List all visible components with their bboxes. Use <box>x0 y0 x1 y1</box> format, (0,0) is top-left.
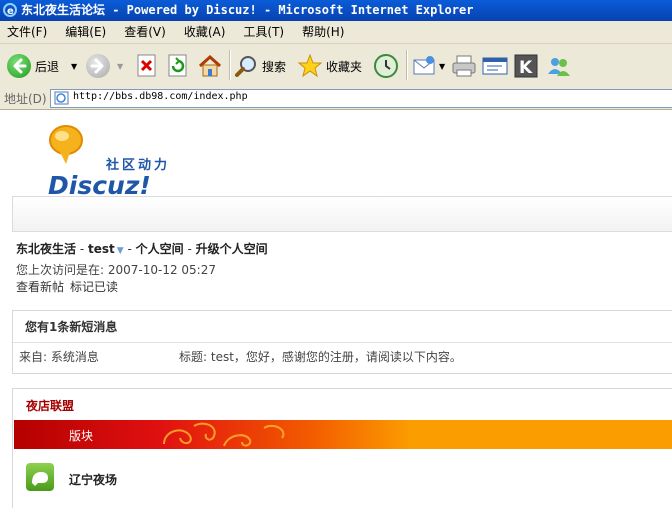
pm-subject[interactable]: 标题: test，您好，感谢您的注册，请阅读以下内容。 <box>179 348 462 365</box>
forward-arrow-icon <box>86 54 110 78</box>
personal-space-link[interactable]: 个人空间 <box>136 242 184 256</box>
research-button[interactable]: K <box>514 50 538 82</box>
forward-dropdown-icon[interactable]: ▼ <box>117 62 123 71</box>
menu-file[interactable]: 文件(F) <box>7 21 47 43</box>
address-input[interactable]: http://bbs.db98.com/index.php <box>50 89 672 108</box>
messenger-button[interactable] <box>546 50 572 82</box>
home-icon <box>198 54 222 77</box>
window-title-bar: e 东北夜生活论坛 - Powered by Discuz! - Microso… <box>0 0 672 21</box>
print-icon <box>452 55 476 77</box>
home-button[interactable] <box>197 50 223 82</box>
address-bar: 地址(D) http://bbs.db98.com/index.php <box>0 87 672 110</box>
messenger-icon <box>548 58 570 76</box>
category-header-bar: 版块 <box>14 420 672 449</box>
pm-from: 来自: 系统消息 <box>19 350 99 364</box>
search-icon <box>235 56 256 77</box>
mail-icon <box>413 56 435 75</box>
menu-edit[interactable]: 编辑(E) <box>65 21 106 43</box>
quick-links: 查看新帖 标记已读 <box>16 278 124 295</box>
site-name[interactable]: 东北夜生活 <box>16 242 76 256</box>
upgrade-space-link[interactable]: 升级个人空间 <box>196 242 268 256</box>
stop-icon <box>137 54 156 77</box>
ie-icon: e <box>3 3 17 17</box>
pm-divider <box>13 342 672 343</box>
address-label: 地址(D) <box>4 92 47 106</box>
pm-notice: 您有1条新短消息 来自: 系统消息 标题: test，您好，感谢您的注册，请阅读… <box>12 310 672 374</box>
forward-button[interactable]: ▼ <box>86 50 123 82</box>
menu-favorites[interactable]: 收藏(A) <box>184 21 226 43</box>
svg-text:e: e <box>7 6 14 17</box>
history-icon <box>374 54 398 78</box>
address-url: http://bbs.db98.com/index.php <box>73 91 248 102</box>
swirl-decoration-icon <box>163 422 285 447</box>
search-label: 搜索 <box>262 59 287 74</box>
pm-title[interactable]: 您有1条新短消息 <box>25 318 117 335</box>
research-icon: K <box>514 54 538 78</box>
toolbar: 后退 ▼ ▼ 搜索 收藏夹 ▼ K <box>0 44 672 88</box>
svg-text:K: K <box>519 58 533 78</box>
toolbar-separator <box>229 50 230 80</box>
forum-category: 夜店联盟 版块 辽宁夜场 <box>12 388 672 508</box>
logo-tagline: 社区动力 <box>106 158 171 173</box>
edit-button[interactable] <box>482 50 508 82</box>
user-nav: 东北夜生活 - test ▼ - 个人空间 - 升级个人空间 <box>16 242 268 256</box>
back-dropdown-icon[interactable]: ▼ <box>71 62 77 71</box>
edit-page-icon <box>482 57 508 75</box>
history-button[interactable] <box>373 50 399 82</box>
favorites-button[interactable]: 收藏夹 <box>298 50 362 82</box>
mail-dropdown-icon[interactable]: ▼ <box>439 62 445 71</box>
forum-status-icon <box>26 463 54 491</box>
menu-bar: 文件(F) 编辑(E) 查看(V) 收藏(A) 工具(T) 帮助(H) <box>0 21 672 44</box>
menu-view[interactable]: 查看(V) <box>124 21 166 43</box>
last-visit: 您上次访问是在: 2007-10-12 05:27 <box>16 263 216 277</box>
mail-button[interactable]: ▼ <box>412 50 445 82</box>
favorites-star-icon <box>298 54 322 78</box>
discuz-logo[interactable]: Discuz! 社区动力 <box>46 118 186 200</box>
menu-help[interactable]: 帮助(H) <box>302 21 344 43</box>
header-band <box>12 196 672 232</box>
window-title: 东北夜生活论坛 - Powered by Discuz! - Microsoft… <box>21 3 474 17</box>
stop-button[interactable] <box>136 50 158 82</box>
refresh-button[interactable] <box>167 50 189 82</box>
username[interactable]: test <box>88 242 115 256</box>
user-menu-caret-icon[interactable]: ▼ <box>117 246 124 256</box>
back-button[interactable]: 后退 ▼ <box>7 50 77 82</box>
forum-name[interactable]: 辽宁夜场 <box>69 471 117 488</box>
logo-wordmark: Discuz! <box>48 171 151 196</box>
forum-column-header: 版块 <box>69 429 94 443</box>
refresh-icon <box>168 54 187 77</box>
forum-row: 辽宁夜场 <box>13 451 672 491</box>
new-posts-link[interactable]: 查看新帖 <box>16 280 64 294</box>
toolbar-separator <box>406 50 407 80</box>
back-arrow-icon <box>7 54 31 78</box>
menu-tools[interactable]: 工具(T) <box>243 21 284 43</box>
print-button[interactable] <box>451 50 477 82</box>
category-title[interactable]: 夜店联盟 <box>26 397 74 414</box>
mark-read-link[interactable]: 标记已读 <box>70 280 118 294</box>
search-button[interactable]: 搜索 <box>234 50 286 82</box>
page-icon <box>54 91 69 105</box>
favorites-label: 收藏夹 <box>326 59 363 74</box>
page-content: Discuz! 社区动力 东北夜生活 - test ▼ - 个人空间 - 升级个人… <box>0 110 672 508</box>
back-label: 后退 <box>35 59 60 74</box>
